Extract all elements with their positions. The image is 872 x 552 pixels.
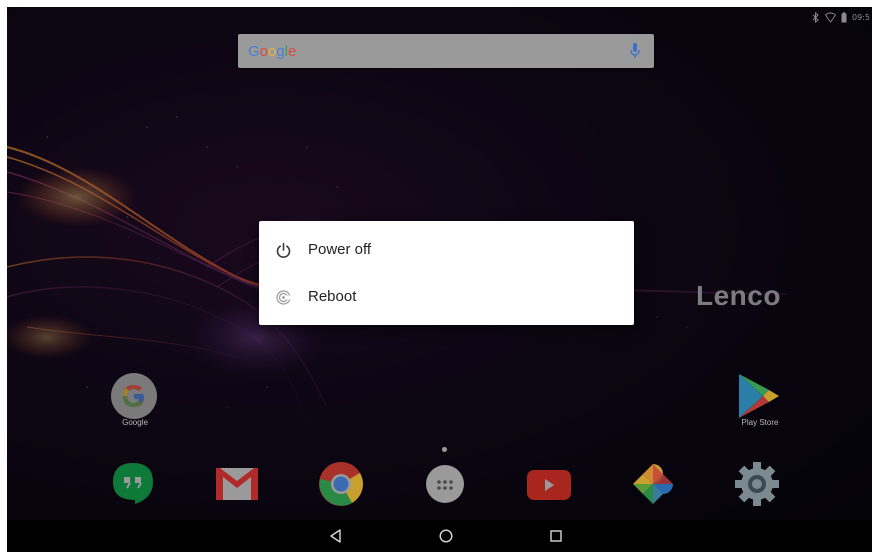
power-icon (276, 242, 291, 259)
wifi-icon (825, 12, 837, 23)
bluetooth-icon (812, 11, 819, 23)
google-logo-letter: G (248, 42, 260, 60)
app-play-store[interactable]: Play Store (735, 372, 783, 427)
reboot-icon (276, 290, 291, 305)
chrome-icon[interactable] (317, 460, 365, 508)
google-logo: Google (248, 43, 296, 60)
app-label: Play Store (741, 418, 779, 427)
lenco-logo: Lenco (696, 280, 781, 311)
menu-item-label: Reboot (308, 288, 357, 305)
power-off-item[interactable]: Power off (259, 227, 634, 273)
back-button[interactable] (328, 528, 344, 544)
google-logo-letter: g (276, 42, 285, 60)
home-screen: 09:5 Google Lenco Google Play Store Powe… (7, 7, 872, 552)
microphone-icon[interactable] (630, 43, 640, 59)
photos-icon[interactable] (629, 460, 677, 508)
play-store-icon (739, 374, 779, 418)
status-bar: 09:5 (800, 7, 872, 27)
recents-button[interactable] (548, 528, 564, 544)
google-search-bar[interactable]: Google (238, 34, 654, 68)
youtube-icon[interactable] (525, 460, 573, 508)
battery-icon (841, 11, 847, 22)
reboot-item[interactable]: Reboot (259, 274, 634, 320)
google-app-icon (111, 373, 157, 419)
menu-item-label: Power off (308, 241, 372, 258)
google-logo-letter: o (259, 42, 269, 60)
power-menu-dialog: Power off Reboot (259, 221, 634, 325)
navigation-bar (7, 520, 872, 552)
home-button[interactable] (438, 528, 454, 544)
google-logo-letter: e (288, 42, 297, 60)
app-label: Google (122, 418, 148, 427)
app-drawer-icon[interactable] (421, 460, 469, 508)
page-indicator-dot (442, 447, 447, 452)
status-clock: 09:5 (852, 12, 870, 22)
gmail-icon[interactable] (213, 460, 261, 508)
settings-icon[interactable] (733, 460, 781, 508)
hangouts-icon[interactable] (109, 460, 157, 508)
app-google[interactable]: Google (110, 372, 158, 427)
